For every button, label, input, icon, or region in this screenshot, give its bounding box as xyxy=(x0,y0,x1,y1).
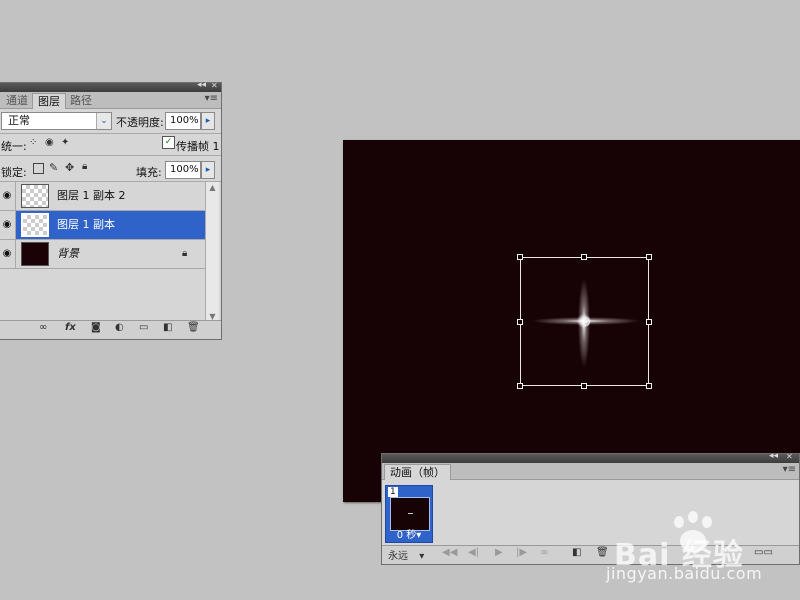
transform-handle-top-right[interactable] xyxy=(646,254,652,260)
collapse-icon[interactable]: ◂◂ xyxy=(769,451,778,461)
transform-handle-bottom[interactable] xyxy=(581,383,587,389)
transform-handle-top[interactable] xyxy=(581,254,587,260)
lock-icon: 🔒︎ xyxy=(182,248,188,259)
lock-transparent-icon[interactable] xyxy=(33,163,44,174)
close-icon[interactable]: ✕ xyxy=(211,81,218,90)
frame-thumbnail-glow xyxy=(408,513,413,514)
frame-delay-value: 0 秒 xyxy=(396,530,417,541)
propagate-frame-checkbox[interactable]: ✓ xyxy=(162,136,175,149)
panel-menu-icon[interactable]: ▾≡ xyxy=(783,464,796,475)
trash-icon[interactable]: 🗑︎ xyxy=(187,322,200,333)
transform-handle-left[interactable] xyxy=(517,319,523,325)
opacity-label: 不透明度: xyxy=(116,116,164,129)
frame-number: 1 xyxy=(388,487,398,497)
paw-toe xyxy=(674,516,684,528)
transform-handle-right[interactable] xyxy=(646,319,652,325)
propagate-frame-label: 传播帧 1 xyxy=(176,140,220,153)
eye-icon[interactable]: ◉ xyxy=(0,240,16,268)
unify-style-icon[interactable]: ✦ xyxy=(61,137,69,148)
panel-tabs: 动画（帧） ▾≡ xyxy=(382,463,799,480)
fill-slider-button[interactable]: ▸ xyxy=(201,161,215,179)
frame-delay[interactable]: 0 秒▾ xyxy=(386,526,432,541)
layer-thumbnail xyxy=(21,213,49,237)
eye-icon[interactable]: ◉ xyxy=(0,182,16,210)
layer-name: 背景 xyxy=(57,247,79,260)
chevron-down-icon: ▾ xyxy=(419,551,425,562)
tab-channels[interactable]: 通道 xyxy=(1,93,33,108)
transform-handle-top-left[interactable] xyxy=(517,254,523,260)
layer-mask-icon[interactable]: ◙ xyxy=(91,322,101,333)
layer-row[interactable]: ◉ 图层 1 副本 2 xyxy=(0,182,205,211)
divider xyxy=(0,155,221,156)
watermark-url: jingyan.baidu.com xyxy=(606,564,763,583)
previous-frame-icon[interactable]: ◀| xyxy=(468,547,479,558)
chevron-down-icon: ⌄ xyxy=(96,113,111,129)
animation-frame[interactable]: 1 0 秒▾ xyxy=(385,485,433,543)
unify-position-icon[interactable]: ⁘ xyxy=(29,137,37,148)
lock-brush-icon[interactable]: ✎ xyxy=(49,161,58,174)
layer-name: 图层 1 副本 2 xyxy=(57,189,126,202)
panel-menu-icon[interactable]: ▾≡ xyxy=(205,93,218,104)
layer-thumbnail xyxy=(21,242,49,266)
layers-panel: ◂◂ ✕ 通道 图层 路径 ▾≡ 正常 ⌄ 不透明度: 100% ▸ 统一: ⁘… xyxy=(0,80,222,340)
fill-label: 填充: xyxy=(136,166,162,179)
opacity-slider-button[interactable]: ▸ xyxy=(201,112,215,130)
loop-dropdown[interactable]: 永远 ▾ xyxy=(388,547,424,562)
play-icon[interactable]: ▶ xyxy=(495,547,503,558)
baidu-jingyan-watermark: Bai 经验 jingyan.baidu.com xyxy=(604,508,800,594)
paw-toe xyxy=(688,511,698,523)
new-group-icon[interactable]: ▭ xyxy=(139,322,148,333)
blend-mode-dropdown[interactable]: 正常 ⌄ xyxy=(1,112,112,130)
blend-mode-value: 正常 xyxy=(8,114,30,127)
duplicate-frame-icon[interactable]: ◧ xyxy=(572,547,581,558)
panel-titlebar[interactable]: ◂◂ ✕ xyxy=(382,451,799,463)
scroll-up-icon[interactable]: ▲ xyxy=(206,183,219,192)
divider xyxy=(0,133,221,134)
adjustment-layer-icon[interactable]: ◐ xyxy=(115,322,124,333)
chevron-down-icon: ▾ xyxy=(416,530,422,541)
opacity-input[interactable]: 100% xyxy=(165,112,201,130)
layer-row-selected[interactable]: ◉ 图层 1 副本 xyxy=(0,211,205,240)
first-frame-icon[interactable]: ◀◀ xyxy=(442,547,457,558)
link-layers-icon[interactable]: ∞ xyxy=(39,322,47,333)
loop-value: 永远 xyxy=(388,551,408,562)
panel-tabs: 通道 图层 路径 ▾≡ xyxy=(0,92,221,109)
layers-scrollbar[interactable]: ▲ ▼ xyxy=(205,182,219,322)
layer-thumbnail xyxy=(21,184,49,208)
fill-input[interactable]: 100% xyxy=(165,161,201,179)
lock-all-icon[interactable]: 🔒︎ xyxy=(82,161,87,172)
collapse-icon[interactable]: ◂◂ xyxy=(197,80,206,90)
transform-handle-bottom-left[interactable] xyxy=(517,383,523,389)
lock-label: 锁定: xyxy=(1,166,27,179)
panel-titlebar[interactable]: ◂◂ ✕ xyxy=(0,80,221,92)
layers-bottom-toolbar: ∞ fx ◙ ◐ ▭ ◧ 🗑︎ xyxy=(0,320,221,339)
transform-handle-bottom-right[interactable] xyxy=(646,383,652,389)
paw-toe xyxy=(702,516,712,528)
tab-layers[interactable]: 图层 xyxy=(32,93,66,109)
layer-name: 图层 1 副本 xyxy=(57,218,115,231)
tab-paths[interactable]: 路径 xyxy=(65,93,97,108)
lock-move-icon[interactable]: ✥ xyxy=(65,161,74,174)
new-layer-icon[interactable]: ◧ xyxy=(163,322,172,333)
close-icon[interactable]: ✕ xyxy=(786,452,793,461)
unify-visibility-icon[interactable]: ◉ xyxy=(45,137,54,148)
layer-row-background[interactable]: ◉ 背景 🔒︎ xyxy=(0,240,205,269)
tween-icon[interactable]: ∞ xyxy=(540,547,548,558)
eye-icon[interactable]: ◉ xyxy=(0,211,16,239)
tab-animation[interactable]: 动画（帧） xyxy=(384,464,451,480)
document-canvas[interactable] xyxy=(343,140,800,502)
fx-icon[interactable]: fx xyxy=(65,322,76,333)
transform-center-point[interactable] xyxy=(581,317,590,326)
unify-label: 统一: xyxy=(1,140,27,153)
next-frame-icon[interactable]: |▶ xyxy=(516,547,527,558)
